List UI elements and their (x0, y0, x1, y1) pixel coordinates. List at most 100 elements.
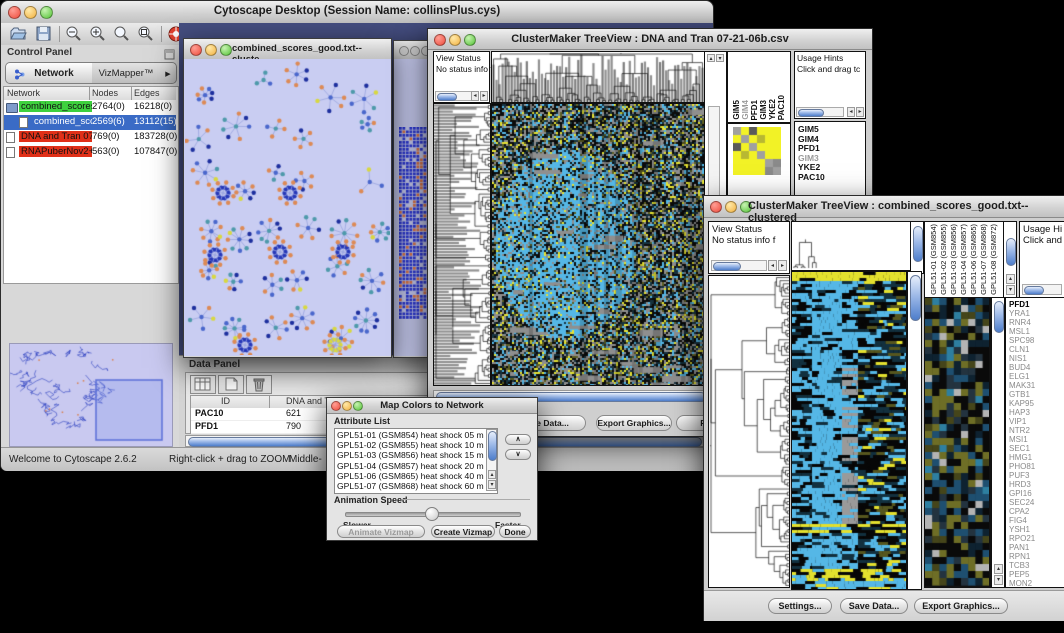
column-label[interactable]: PAC10 (777, 95, 786, 120)
tab-overflow-arrow[interactable]: ▶ (160, 63, 176, 83)
minimize-icon[interactable] (205, 44, 217, 56)
row-label[interactable]: MON2 (1009, 579, 1064, 588)
row-label[interactable]: SEC1 (1009, 444, 1064, 453)
column-label[interactable]: GIM3 (759, 100, 768, 120)
row-label[interactable]: HAP3 (1009, 408, 1064, 417)
row-label[interactable]: YRA1 (1009, 309, 1064, 318)
scroll-right-icon[interactable]: ▸ (778, 260, 787, 271)
row-label[interactable]: MSL1 (1009, 327, 1064, 336)
row-label[interactable]: CLN1 (1009, 345, 1064, 354)
scroll-up-icon[interactable]: ▴ (707, 54, 715, 62)
button[interactable]: Export Graphics... (596, 415, 672, 431)
col-header-nodes[interactable]: Nodes (92, 88, 118, 98)
tv2-vs-hscroll[interactable] (711, 260, 767, 271)
row-label[interactable]: VIP1 (1009, 417, 1064, 426)
tv1-vs-hscroll[interactable] (435, 91, 473, 101)
column-label[interactable]: PFD1 (750, 100, 759, 120)
row-label[interactable]: RPO21 (1009, 534, 1064, 543)
row-label[interactable]: PFD1 (1009, 300, 1064, 309)
row-label[interactable]: HRD3 (1009, 480, 1064, 489)
scroll-down-icon[interactable]: ▾ (994, 575, 1003, 585)
scroll-up-icon[interactable]: ▴ (994, 564, 1003, 574)
attribute-list-item[interactable]: GPL51-01 (GSM854) heat shock 05 min (337, 430, 484, 440)
row-label[interactable]: SPC98 (1009, 336, 1064, 345)
animate-vizmap-button[interactable]: Animate Vizmap (337, 525, 425, 538)
column-label[interactable]: GPL51-07 (GSM868) (979, 224, 988, 295)
row-label[interactable]: ELG1 (1009, 372, 1064, 381)
column-label[interactable]: GPL51-01 (GSM854) (929, 224, 938, 295)
row-label[interactable]: NTR2 (1009, 426, 1064, 435)
scroll-down-icon[interactable]: ▾ (1006, 285, 1015, 295)
tv1-column-dendrogram[interactable] (491, 51, 705, 103)
tv2-uh-hscroll[interactable] (1022, 284, 1062, 295)
col-header-edges[interactable]: Edges (134, 88, 160, 98)
done-button[interactable]: Done (499, 525, 531, 538)
tv2-zoom-heatmap[interactable] (924, 297, 991, 588)
tv2-zoomheat-vscroll[interactable]: ▴ ▾ (991, 297, 1005, 588)
close-icon[interactable] (190, 44, 202, 56)
network-window-titlebar[interactable]: combined_scores_good.txt--cluste... (184, 39, 391, 60)
minimize-icon[interactable] (725, 201, 737, 213)
slider-thumb[interactable] (425, 507, 439, 521)
row-label[interactable]: RPN1 (1009, 552, 1064, 561)
column-label[interactable]: YKE2 (768, 99, 777, 120)
scroll-right-icon[interactable]: ▸ (480, 91, 488, 101)
column-label[interactable]: GPL51-06 (GSM865) (969, 224, 978, 295)
treeview1-titlebar[interactable]: ClusterMaker TreeView : DNA and Tran 07-… (428, 29, 872, 50)
network-row[interactable]: DNA and Tran 07769(0)183728(0) (4, 130, 176, 145)
close-icon[interactable] (399, 46, 409, 56)
move-up-button[interactable]: ∧ (505, 434, 531, 445)
attribute-list-item[interactable]: GPL51-03 (GSM856) heat shock 15 min (337, 450, 484, 460)
zoom-window-icon[interactable] (220, 44, 232, 56)
delete-attribute-icon[interactable] (246, 375, 272, 394)
network-row[interactable]: combined_scores2764(0)16218(0) (4, 100, 176, 115)
scroll-up-icon[interactable]: ▴ (1006, 274, 1015, 284)
main-titlebar[interactable]: Cytoscape Desktop (Session Name: collins… (1, 1, 713, 24)
row-label[interactable]: BUD4 (1009, 363, 1064, 372)
button[interactable]: Export Graphics... (914, 598, 1008, 614)
tv2-row-dendrogram[interactable] (708, 275, 790, 588)
row-label[interactable]: YSH1 (1009, 525, 1064, 534)
treeview2-titlebar[interactable]: ClusterMaker TreeView : combined_scores_… (704, 196, 1064, 218)
tv1-uh-hscroll[interactable] (796, 107, 844, 117)
network-row[interactable]: RNAPuberNov2+!563(0)107847(0) (4, 145, 176, 160)
tv2-collabels-vscroll[interactable]: ▴ ▾ (1003, 221, 1017, 298)
scroll-right-icon[interactable]: ▸ (856, 107, 864, 117)
column-label[interactable]: GPL51-02 (GSM855) (939, 224, 948, 295)
column-label[interactable]: GPL51-03 (GSM856) (949, 224, 958, 295)
scroll-down-icon[interactable]: ▾ (716, 54, 724, 62)
column-label[interactable]: GIM5 (732, 100, 741, 120)
column-label[interactable]: GPL51-08 (GSM872) (989, 224, 998, 295)
row-label[interactable]: PEP5 (1009, 570, 1064, 579)
row-label[interactable]: HMG1 (1009, 453, 1064, 462)
network-row[interactable]: combined_sco2569(6)13112(15) (4, 115, 176, 130)
row-label[interactable]: MAK31 (1009, 381, 1064, 390)
network-canvas-1[interactable] (184, 59, 391, 356)
row-label[interactable]: KAP95 (1009, 399, 1064, 408)
row-label[interactable]: PHO81 (1009, 462, 1064, 471)
tab-vizmapper[interactable]: VizMapper™ (92, 63, 161, 83)
create-vizmap-button[interactable]: Create Vizmap (431, 525, 495, 538)
attribute-list-item[interactable]: GPL51-02 (GSM855) heat shock 10 min (337, 440, 484, 450)
tv1-heatmap[interactable] (491, 103, 705, 386)
row-label[interactable]: TCB3 (1009, 561, 1064, 570)
column-label[interactable]: GPL51-04 (GSM857) (959, 224, 968, 295)
tv2-heatmap-vscroll[interactable] (907, 271, 922, 590)
row-label[interactable]: FIG4 (1009, 516, 1064, 525)
row-label[interactable]: SEC24 (1009, 498, 1064, 507)
row-label[interactable]: PAC10 (798, 173, 865, 183)
attrlist-vscroll[interactable]: ▴ ▾ (486, 429, 497, 491)
row-label[interactable]: PAN1 (1009, 543, 1064, 552)
attribute-list-item[interactable]: GPL51-06 (GSM865) heat shock 40 min (337, 471, 484, 481)
scroll-down-icon[interactable]: ▾ (488, 480, 496, 489)
tv2-column-dendrogram[interactable] (791, 221, 911, 271)
row-label[interactable]: CPA2 (1009, 507, 1064, 516)
new-attribute-icon[interactable] (218, 375, 244, 394)
row-label[interactable]: MSI1 (1009, 435, 1064, 444)
column-label[interactable]: GIM4 (741, 100, 750, 120)
row-label[interactable]: NIS1 (1009, 354, 1064, 363)
tv2-coldendro-vscroll[interactable] (910, 221, 924, 274)
scroll-left-icon[interactable]: ◂ (847, 107, 855, 117)
tv2-heatmap[interactable] (791, 271, 907, 590)
row-label[interactable]: RNR4 (1009, 318, 1064, 327)
